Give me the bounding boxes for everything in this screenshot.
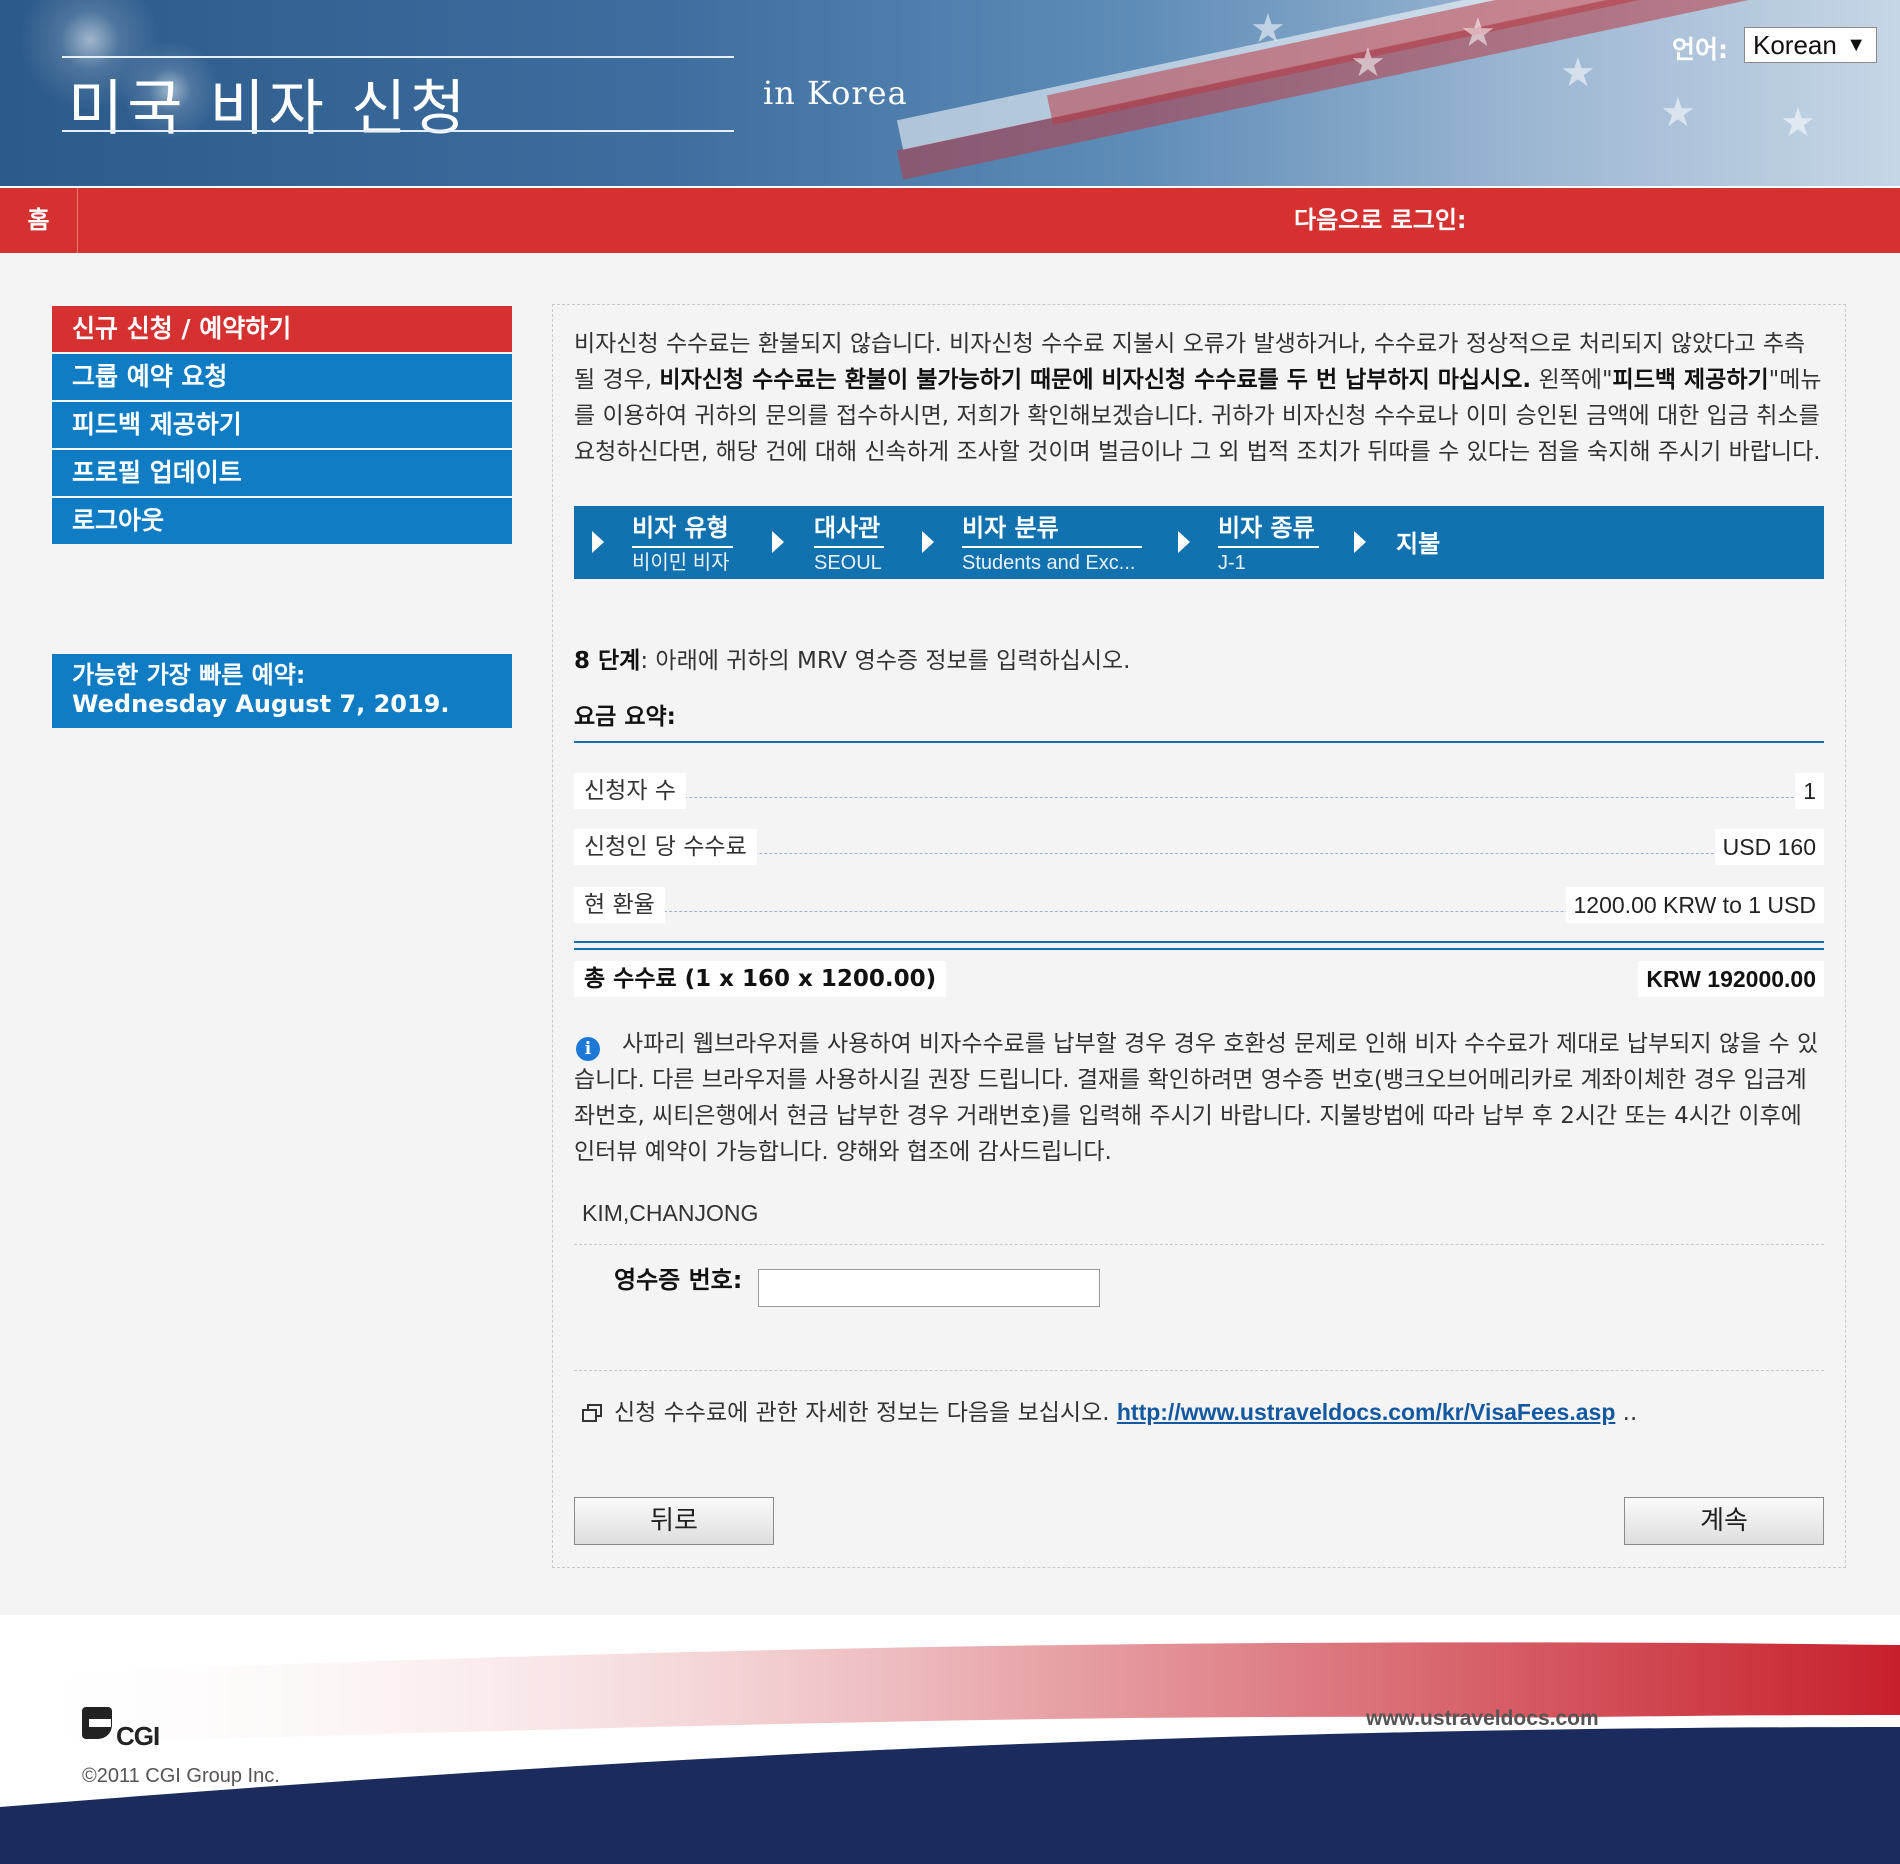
- continue-button[interactable]: 계속: [1624, 1497, 1824, 1545]
- refund-notice-text: 왼쪽에": [1531, 367, 1613, 393]
- fee-info-suffix: ..: [1615, 1400, 1638, 1426]
- footer-site-url[interactable]: www.ustraveldocs.com: [1366, 1707, 1599, 1731]
- applicant-name: KIM,CHANJONG: [582, 1200, 759, 1226]
- fee-row-value: USD 160: [1714, 829, 1824, 865]
- divider: [574, 948, 1824, 950]
- language-label: 언어:: [1672, 35, 1728, 64]
- logged-in-as-label: 다음으로 로그인:: [1294, 206, 1467, 234]
- back-button[interactable]: 뒤로: [574, 1497, 774, 1545]
- copyright-text: ©2011 CGI Group Inc.: [82, 1765, 280, 1787]
- wizard-step-embassy[interactable]: 대사관 SEOUL: [814, 510, 885, 578]
- dotted-leader: [574, 853, 1824, 854]
- footer-swoosh: [0, 1642, 1900, 1864]
- total-fee-row: 총 수수료 (1 x 160 x 1200.00) KRW 192000.00: [574, 961, 1824, 997]
- star-icon: ★: [1780, 100, 1816, 146]
- divider: [574, 1244, 1824, 1245]
- site-header: ★ ★ ★ ★ ★ ★ 미국 비자 신청 in Korea 언어: Korean…: [0, 0, 1900, 186]
- total-fee-label: 총 수수료 (1 x 160 x 1200.00): [574, 961, 947, 997]
- info-icon: i: [576, 1037, 600, 1061]
- earliest-appointment-box: 가능한 가장 빠른 예약: Wednesday August 7, 2019.: [52, 654, 512, 728]
- refund-warning-bold: 비자신청 수수료는 환불이 불가능하기 때문에 비자신청 수수료를 두 번 납부…: [659, 367, 1532, 393]
- fee-row: 신청자 수 1: [574, 773, 1824, 809]
- wizard-step-title: 비자 분류: [962, 510, 1142, 548]
- star-icon: ★: [1460, 10, 1496, 56]
- fee-row-label: 신청인 당 수수료: [574, 829, 757, 865]
- earliest-appointment-date: Wednesday August 7, 2019.: [72, 690, 450, 718]
- title-rule: [62, 56, 734, 58]
- step-text: : 아래에 귀하의 MRV 영수증 정보를 입력하십시오.: [640, 648, 1131, 674]
- wizard-step-value: SEOUL: [814, 552, 882, 574]
- receipt-number-input[interactable]: [758, 1269, 1100, 1307]
- divider: [574, 941, 1824, 943]
- dropdown-arrow-icon: ▼: [1846, 34, 1866, 56]
- safari-notice-text: 사파리 웹브라우저를 사용하여 비자수수료를 납부할 경우 경우 호환성 문제로…: [574, 1031, 1819, 1165]
- fee-row: 신청인 당 수수료 USD 160: [574, 829, 1824, 865]
- top-nav-bar: 홈 다음으로 로그인:: [0, 188, 1900, 253]
- wizard-step-title: 비자 종류: [1218, 510, 1319, 548]
- divider: [574, 1370, 1824, 1371]
- sidebar-item-group-appointment[interactable]: 그룹 예약 요청: [52, 354, 512, 400]
- divider: [574, 741, 1824, 743]
- fee-row-label: 신청자 수: [574, 773, 686, 809]
- chevron-right-icon: [1354, 531, 1366, 553]
- sidebar-item-logout[interactable]: 로그아웃: [52, 498, 512, 544]
- cgi-logo: CGI: [82, 1707, 172, 1751]
- site-footer: CGI ©2011 CGI Group Inc. www.ustraveldoc…: [0, 1615, 1900, 1864]
- visa-fees-link[interactable]: http://www.ustraveldocs.com/kr/VisaFees.…: [1117, 1399, 1616, 1425]
- receipt-number-label: 영수증 번호:: [614, 1266, 743, 1294]
- fee-info-text: 신청 수수료에 관한 자세한 정보는 다음을 보십시오.: [614, 1400, 1110, 1426]
- language-value: Korean: [1753, 30, 1837, 60]
- fee-row-value: 1200.00 KRW to 1 USD: [1565, 887, 1824, 923]
- fee-summary-title: 요금 요약:: [574, 704, 676, 730]
- sidebar-item-feedback[interactable]: 피드백 제공하기: [52, 402, 512, 448]
- language-select[interactable]: Korean ▼: [1744, 27, 1877, 63]
- cgi-logo-mark: [82, 1707, 112, 1739]
- wizard-step-value: J-1: [1218, 552, 1246, 574]
- site-subtitle: in Korea: [763, 74, 908, 112]
- fee-row-value: 1: [1795, 773, 1824, 809]
- wizard-step-title: 대사관: [814, 510, 885, 548]
- sidebar-menu: 신규 신청 / 예약하기 그룹 예약 요청 피드백 제공하기 프로필 업데이트 …: [52, 306, 512, 546]
- wizard-step-title: 비자 유형: [632, 510, 733, 548]
- home-link[interactable]: 홈: [0, 188, 78, 253]
- wizard-step-payment: 지불: [1396, 530, 1441, 558]
- sidebar-item-update-profile[interactable]: 프로필 업데이트: [52, 450, 512, 496]
- site-title: 미국 비자 신청: [68, 74, 470, 144]
- star-icon: ★: [1660, 90, 1696, 136]
- star-icon: ★: [1250, 6, 1286, 52]
- total-fee-value: KRW 192000.00: [1638, 961, 1824, 997]
- fee-row-label: 현 환율: [574, 887, 665, 923]
- earliest-appointment-label: 가능한 가장 빠른 예약:: [72, 661, 306, 689]
- fee-row: 현 환율 1200.00 KRW to 1 USD: [574, 887, 1824, 923]
- star-icon: ★: [1350, 40, 1386, 86]
- title-rule: [62, 130, 734, 132]
- chevron-right-icon: [1178, 531, 1190, 553]
- wizard-step-value: Students and Exc...: [962, 552, 1136, 574]
- sidebar-item-new-application[interactable]: 신규 신청 / 예약하기: [52, 306, 512, 352]
- progress-wizard: 비자 유형 비이민 비자 대사관 SEOUL 비자 분류 Students an…: [574, 506, 1824, 579]
- wizard-step-visa-class[interactable]: 비자 종류 J-1: [1218, 510, 1319, 578]
- feedback-menu-name: 피드백 제공하기: [1612, 367, 1769, 393]
- step-instruction: 8 단계: 아래에 귀하의 MRV 영수증 정보를 입력하십시오.: [574, 641, 1130, 675]
- star-icon: ★: [1560, 50, 1596, 96]
- chevron-right-icon: [922, 531, 934, 553]
- wizard-step-value: 비이민 비자: [632, 552, 730, 574]
- content-panel: [552, 304, 1846, 1568]
- wizard-step-visa-type[interactable]: 비자 유형 비이민 비자: [632, 510, 733, 578]
- dotted-leader: [574, 797, 1824, 798]
- step-number: 8 단계: [574, 648, 641, 674]
- wizard-step-visa-category[interactable]: 비자 분류 Students and Exc...: [962, 510, 1142, 578]
- cgi-logo-text: CGI: [116, 1721, 160, 1751]
- external-link-icon: [582, 1404, 602, 1422]
- safari-notice: i 사파리 웹브라우저를 사용하여 비자수수료를 납부할 경우 경우 호환성 문제…: [574, 1026, 1824, 1170]
- refund-notice: 비자신청 수수료는 환불되지 않습니다. 비자신청 수수료 지불시 오류가 발생…: [574, 326, 1824, 470]
- fee-info-line: 신청 수수료에 관한 자세한 정보는 다음을 보십시오. http://www.…: [582, 1393, 1637, 1427]
- chevron-right-icon: [772, 531, 784, 553]
- chevron-right-icon: [592, 531, 604, 553]
